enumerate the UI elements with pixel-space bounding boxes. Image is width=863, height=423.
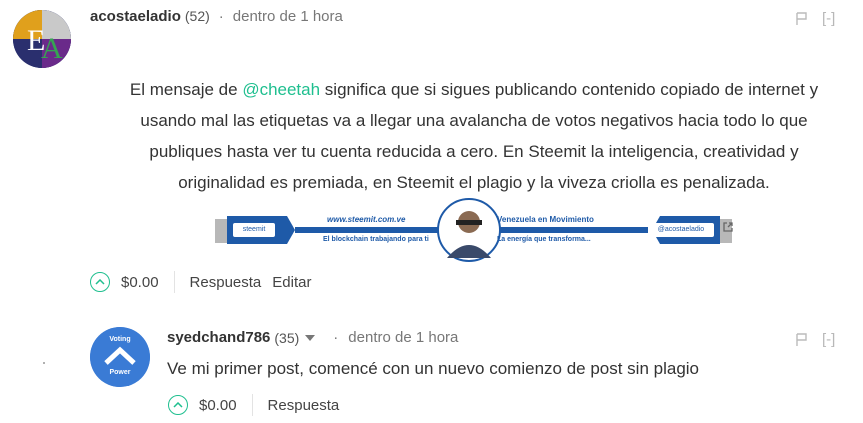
author-reputation: (52) [184,8,210,24]
body-line: El mensaje de @cheetah significa que si … [85,74,863,105]
author-reputation: (35) [274,329,300,346]
svg-text:A: A [41,32,63,65]
banner-right-tag: @acostaeladio [657,226,705,233]
body-line: usando mal las etiquetas va a llegar una… [140,111,808,130]
comment-header: acostaeladio (52) · dentro de 1 hora [90,8,343,25]
banner-tagline-left: El blockchain trabajando para ti [323,236,429,243]
comment-controls: [-] [796,10,835,27]
payout-value[interactable]: $0.00 [121,274,159,291]
upvote-button[interactable] [90,272,110,292]
timestamp[interactable]: dentro de 1 hora [348,329,458,346]
flag-icon[interactable] [796,11,808,26]
caret-down-icon[interactable] [305,334,316,341]
reply-button[interactable]: Respuesta [190,274,262,291]
body-text: El mensaje de [129,80,243,99]
body-text: significa que si sigues publicando conte… [320,80,819,99]
author-name[interactable]: syedchand786 [167,329,270,346]
external-link-icon[interactable] [722,221,734,233]
banner-left-tag: steemit [242,226,266,233]
avatar[interactable]: Voting Power [90,327,150,387]
comment-header: syedchand786 (35) · dentro de 1 hora [167,329,458,346]
flag-icon[interactable] [796,332,808,347]
collapse-button[interactable]: [-] [822,10,835,27]
avatar-text-top: Voting [109,336,131,343]
mention-link[interactable]: @cheetah [242,80,320,99]
chevron-up-icon [95,279,105,285]
divider [251,394,253,416]
comment-body: El mensaje de @cheetah significa que si … [85,74,863,198]
avatar-text-bottom: Power [109,369,131,376]
comment-footer: $0.00 Respuesta Editar [90,271,311,293]
avatar[interactable]: E A [13,10,71,68]
banner-tagline-right: La energía que transforma... [497,236,591,243]
edit-button[interactable]: Editar [272,274,311,291]
meta-separator: · [218,8,224,25]
author-name[interactable]: acostaeladio [90,8,181,25]
banner-url: www.steemit.com.ve [327,215,406,224]
avatar-logo-icon: E A [13,10,71,68]
body-line: publiques hasta ver tu cuenta reducida a… [149,142,799,161]
signature-banner: steemit @acostaeladio www.steemit.com.ve… [215,196,740,264]
chevron-up-icon [173,402,183,408]
meta-separator: · [333,329,339,346]
timestamp[interactable]: dentro de 1 hora [233,8,343,25]
collapse-button[interactable]: [-] [822,331,835,348]
thread-dot [43,362,45,364]
body-line: originalidad es premiada, en Steemit el … [178,173,770,192]
comment-controls: [-] [796,331,835,348]
payout-value[interactable]: $0.00 [199,397,237,414]
upvote-button[interactable] [168,395,188,415]
banner-title-right: Venezuela en Movimiento [497,215,594,224]
reply-button[interactable]: Respuesta [268,397,340,414]
comment-footer: $0.00 Respuesta [168,394,339,416]
divider [173,271,175,293]
comment-body: Ve mi primer post, comencé con un nuevo … [167,359,700,378]
